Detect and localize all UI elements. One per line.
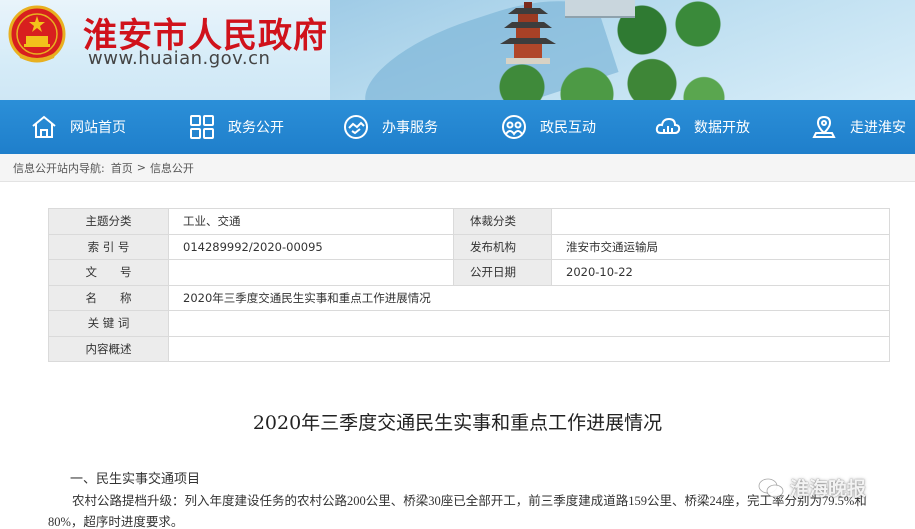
- handshake-icon: [344, 115, 368, 139]
- date-value: 2020-10-22: [551, 259, 890, 286]
- main-nav: 网站首页 政务公开 办事服务 政民互动 数据开放 走进淮安: [0, 100, 915, 154]
- genre-value: [551, 208, 890, 235]
- home-icon: [32, 115, 56, 138]
- summary-value: [168, 335, 890, 362]
- site-url[interactable]: www.huaian.gov.cn: [88, 48, 270, 69]
- publisher-label: 发布机构: [453, 233, 552, 260]
- nav-item-government[interactable]: 政务公开: [188, 100, 284, 154]
- people-icon: [502, 115, 526, 139]
- breadcrumb-separator: >: [136, 161, 146, 174]
- cloud-data-icon: [655, 117, 681, 134]
- grid-icon: [190, 115, 214, 139]
- docno-label: 文 号: [48, 259, 169, 286]
- site-banner: 淮安市人民政府 www.huaian.gov.cn: [0, 0, 915, 100]
- nav-item-open-data[interactable]: 数据开放: [654, 100, 750, 154]
- wechat-icon: [758, 478, 784, 497]
- national-emblem-icon[interactable]: [8, 4, 66, 66]
- nav-item-label: 数据开放: [694, 120, 750, 136]
- document-info-table: 主题分类 工业、交通 体裁分类 索 引 号 014289992/2020-000…: [48, 208, 890, 362]
- docno-value: [168, 259, 454, 286]
- name-value: 2020年三季度交通民生实事和重点工作进展情况: [168, 284, 890, 311]
- breadcrumb-current-link[interactable]: 信息公开: [150, 160, 194, 176]
- table-row: 内容概述: [48, 335, 890, 362]
- nav-item-label: 政务公开: [228, 120, 284, 136]
- table-row: 索 引 号 014289992/2020-00095 发布机构 淮安市交通运输局: [48, 233, 890, 260]
- breadcrumb-prefix: 信息公开站内导航:: [13, 161, 105, 175]
- banner-building: [565, 0, 635, 18]
- keywords-label: 关 键 词: [48, 310, 169, 337]
- genre-label: 体裁分类: [453, 208, 552, 235]
- summary-label: 内容概述: [48, 335, 169, 362]
- index-value: 014289992/2020-00095: [168, 233, 454, 260]
- article-paragraph-continued: 80%，超序时进度要求。: [48, 515, 184, 529]
- breadcrumb-home-link[interactable]: 首页: [111, 160, 133, 176]
- date-label: 公开日期: [453, 259, 552, 286]
- section-heading: 一、民生实事交通项目: [70, 471, 201, 486]
- wechat-watermark: 淮海晚报: [758, 474, 866, 501]
- nav-item-label: 办事服务: [382, 120, 438, 136]
- nav-item-about-huaian[interactable]: 走进淮安: [810, 100, 906, 154]
- name-label: 名 称: [48, 284, 169, 311]
- topic-value: 工业、交通: [168, 208, 454, 235]
- table-row: 关 键 词: [48, 310, 890, 337]
- article-title: 2020年三季度交通民生实事和重点工作进展情况: [252, 412, 663, 434]
- index-label: 索 引 号: [48, 233, 169, 260]
- nav-item-label: 走进淮安: [850, 120, 906, 136]
- table-row: 名 称 2020年三季度交通民生实事和重点工作进展情况: [48, 284, 890, 311]
- nav-item-home[interactable]: 网站首页: [30, 100, 126, 154]
- nav-item-label: 政民互动: [540, 120, 596, 136]
- location-icon: [812, 115, 836, 138]
- keywords-value: [168, 310, 890, 337]
- topic-label: 主题分类: [48, 208, 169, 235]
- breadcrumb: 信息公开站内导航: 首页 > 信息公开: [0, 154, 915, 182]
- nav-item-services[interactable]: 办事服务: [342, 100, 438, 154]
- nav-item-interaction[interactable]: 政民互动: [500, 100, 596, 154]
- nav-item-label: 网站首页: [70, 120, 126, 136]
- banner-foliage: [470, 45, 730, 100]
- watermark-text: 淮海晚报: [790, 478, 867, 500]
- table-row: 主题分类 工业、交通 体裁分类: [48, 208, 890, 235]
- table-row: 文 号 公开日期 2020-10-22: [48, 259, 890, 286]
- publisher-value: 淮安市交通运输局: [551, 233, 890, 260]
